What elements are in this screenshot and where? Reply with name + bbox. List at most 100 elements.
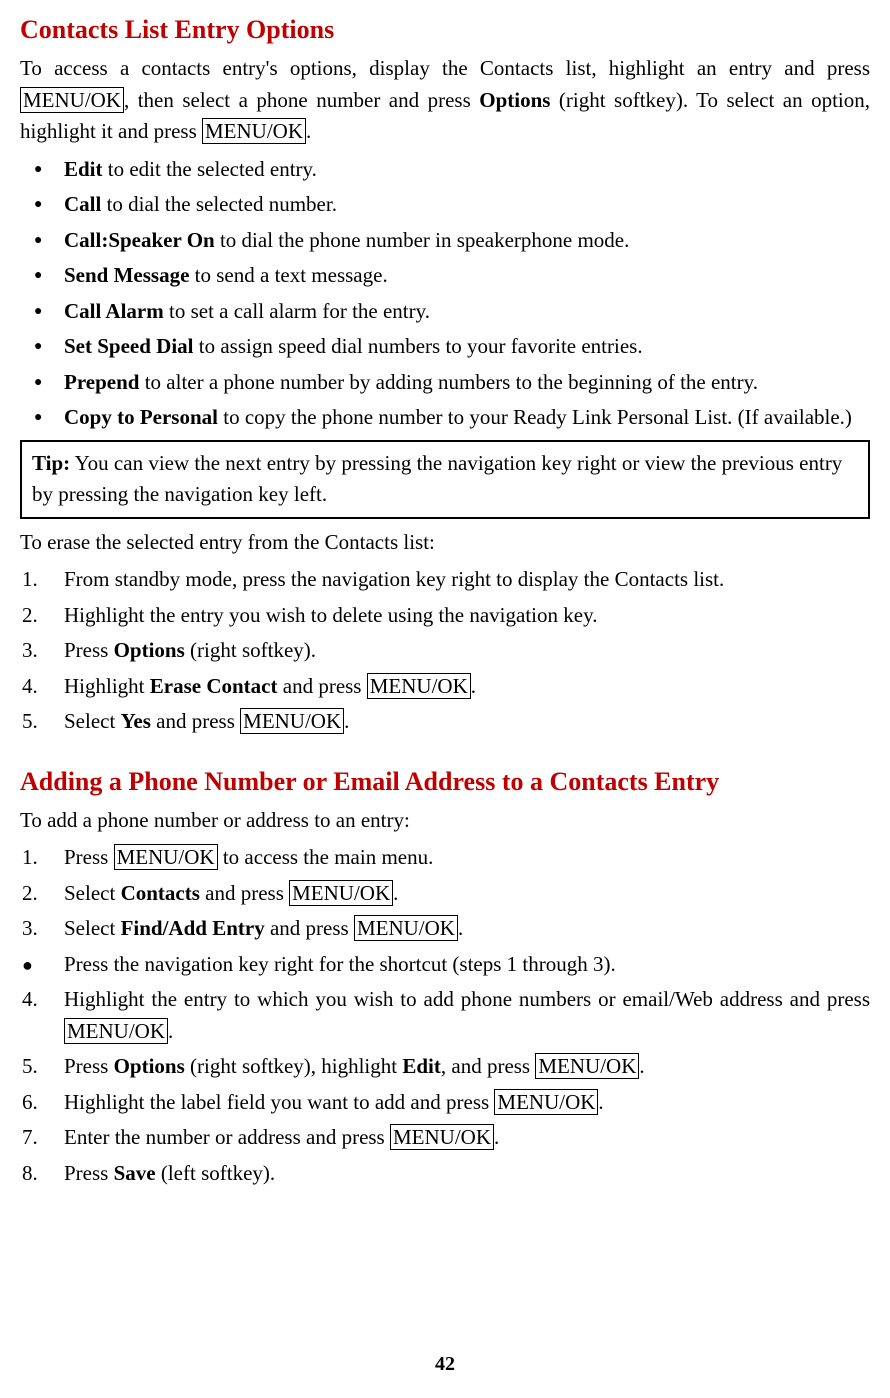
bullet-item: Send Message to send a text message. [20, 260, 870, 292]
key-menu-ok: MENU/OK [240, 708, 344, 734]
bullet-bold: Copy to Personal [64, 405, 218, 429]
section2-intro: To add a phone number or address to an e… [20, 805, 870, 837]
bullet-item: Copy to Personal to copy the phone numbe… [20, 402, 870, 434]
bullet-bold: Set Speed Dial [64, 334, 194, 358]
bullet-bold: Send Message [64, 263, 189, 287]
step-text: . [494, 1125, 499, 1149]
find-add-bold: Find/Add Entry [121, 916, 265, 940]
tip-label: Tip: [32, 451, 70, 475]
bullet-rest: to send a text message. [189, 263, 387, 287]
bullet-rest: to assign speed dial numbers to your fav… [194, 334, 643, 358]
erase-intro: To erase the selected entry from the Con… [20, 527, 870, 559]
bullet-bold: Call [64, 192, 101, 216]
step-item: Select Find/Add Entry and press MENU/OK. [20, 913, 870, 945]
key-menu-ok: MENU/OK [367, 673, 471, 699]
key-menu-ok: MENU/OK [20, 87, 124, 113]
bullet-bold: Edit [64, 157, 103, 181]
options-bold: Options [114, 1054, 185, 1078]
bullet-rest: to copy the phone number to your Ready L… [218, 405, 852, 429]
bullet-item: Call:Speaker On to dial the phone number… [20, 225, 870, 257]
bullet-item: Edit to edit the selected entry. [20, 154, 870, 186]
step-text: Select [64, 916, 121, 940]
bullet-rest: to alter a phone number by adding number… [139, 370, 758, 394]
yes-bold: Yes [121, 709, 151, 733]
key-menu-ok: MENU/OK [390, 1124, 494, 1150]
step-text: (right softkey), highlight [185, 1054, 403, 1078]
intro-text-b: , then select a phone number and press [124, 88, 479, 112]
save-bold: Save [114, 1161, 156, 1185]
options-bold: Options [479, 88, 550, 112]
step-text: Enter the number or address and press [64, 1125, 390, 1149]
step-item: Highlight the label field you want to ad… [20, 1087, 870, 1119]
key-menu-ok: MENU/OK [289, 880, 393, 906]
bullet-item: Prepend to alter a phone number by addin… [20, 367, 870, 399]
bullet-bold: Call:Speaker On [64, 228, 215, 252]
step-item: Enter the number or address and press ME… [20, 1122, 870, 1154]
bullet-bold: Prepend [64, 370, 139, 394]
step-text: Press [64, 638, 114, 662]
key-menu-ok: MENU/OK [64, 1018, 168, 1044]
key-menu-ok: MENU/OK [354, 915, 458, 941]
tip-box: Tip: You can view the next entry by pres… [20, 440, 870, 519]
key-menu-ok: MENU/OK [494, 1089, 598, 1115]
step-bullet-item: Press the navigation key right for the s… [20, 949, 870, 981]
bullet-rest: to dial the selected number. [101, 192, 337, 216]
step-text: . [393, 881, 398, 905]
step-text: Highlight the label field you want to ad… [64, 1090, 494, 1114]
step-text: . [458, 916, 463, 940]
step-item: Highlight the entry you wish to delete u… [20, 600, 870, 632]
bullet-item: Set Speed Dial to assign speed dial numb… [20, 331, 870, 363]
step-text: Highlight [64, 674, 150, 698]
step-text: and press [200, 881, 289, 905]
step-text: to access the main menu. [218, 845, 434, 869]
step-text: (right softkey). [185, 638, 316, 662]
step-text: Select [64, 709, 121, 733]
tip-text: You can view the next entry by pressing … [32, 451, 842, 507]
erase-contact-bold: Erase Contact [150, 674, 278, 698]
page-number: 42 [20, 1349, 870, 1379]
section1-intro: To access a contacts entry's options, di… [20, 53, 870, 148]
step-text: and press [265, 916, 354, 940]
step-text: Press [64, 1161, 114, 1185]
step-item: Press MENU/OK to access the main menu. [20, 842, 870, 874]
step-text: (left softkey). [156, 1161, 276, 1185]
options-bold: Options [114, 638, 185, 662]
step-text: Press [64, 845, 114, 869]
bullet-item: Call to dial the selected number. [20, 189, 870, 221]
section1-title: Contacts List Entry Options [20, 10, 870, 49]
bullet-rest: to dial the phone number in speakerphone… [215, 228, 630, 252]
contacts-bold: Contacts [121, 881, 200, 905]
step-item: Press Options (right softkey). [20, 635, 870, 667]
key-menu-ok: MENU/OK [202, 118, 306, 144]
erase-steps: From standby mode, press the navigation … [20, 564, 870, 738]
step-text: , and press [441, 1054, 535, 1078]
step-text: and press [151, 709, 240, 733]
section1-bullet-list: Edit to edit the selected entry. Call to… [20, 154, 870, 434]
step-text: Highlight the entry to which you wish to… [64, 987, 870, 1011]
step-text: . [471, 674, 476, 698]
intro-text-d: . [306, 119, 311, 143]
key-menu-ok: MENU/OK [535, 1053, 639, 1079]
edit-bold: Edit [402, 1054, 441, 1078]
step-item: Press Options (right softkey), highlight… [20, 1051, 870, 1083]
step-item: Select Contacts and press MENU/OK. [20, 878, 870, 910]
bullet-item: Call Alarm to set a call alarm for the e… [20, 296, 870, 328]
step-text: . [639, 1054, 644, 1078]
step-item: From standby mode, press the navigation … [20, 564, 870, 596]
bullet-bold: Call Alarm [64, 299, 164, 323]
intro-text-a: To access a contacts entry's options, di… [20, 56, 870, 80]
bullet-rest: to edit the selected entry. [103, 157, 317, 181]
step-text: . [168, 1019, 173, 1043]
section2-steps: Press MENU/OK to access the main menu. S… [20, 842, 870, 1189]
bullet-rest: to set a call alarm for the entry. [164, 299, 430, 323]
step-text: Select [64, 881, 121, 905]
step-text: . [344, 709, 349, 733]
step-item: Select Yes and press MENU/OK. [20, 706, 870, 738]
step-item: Highlight Erase Contact and press MENU/O… [20, 671, 870, 703]
step-text: and press [278, 674, 367, 698]
key-menu-ok: MENU/OK [114, 844, 218, 870]
step-item: Press Save (left softkey). [20, 1158, 870, 1190]
section2-title: Adding a Phone Number or Email Address t… [20, 762, 870, 801]
step-text: Press [64, 1054, 114, 1078]
step-item: Highlight the entry to which you wish to… [20, 984, 870, 1047]
